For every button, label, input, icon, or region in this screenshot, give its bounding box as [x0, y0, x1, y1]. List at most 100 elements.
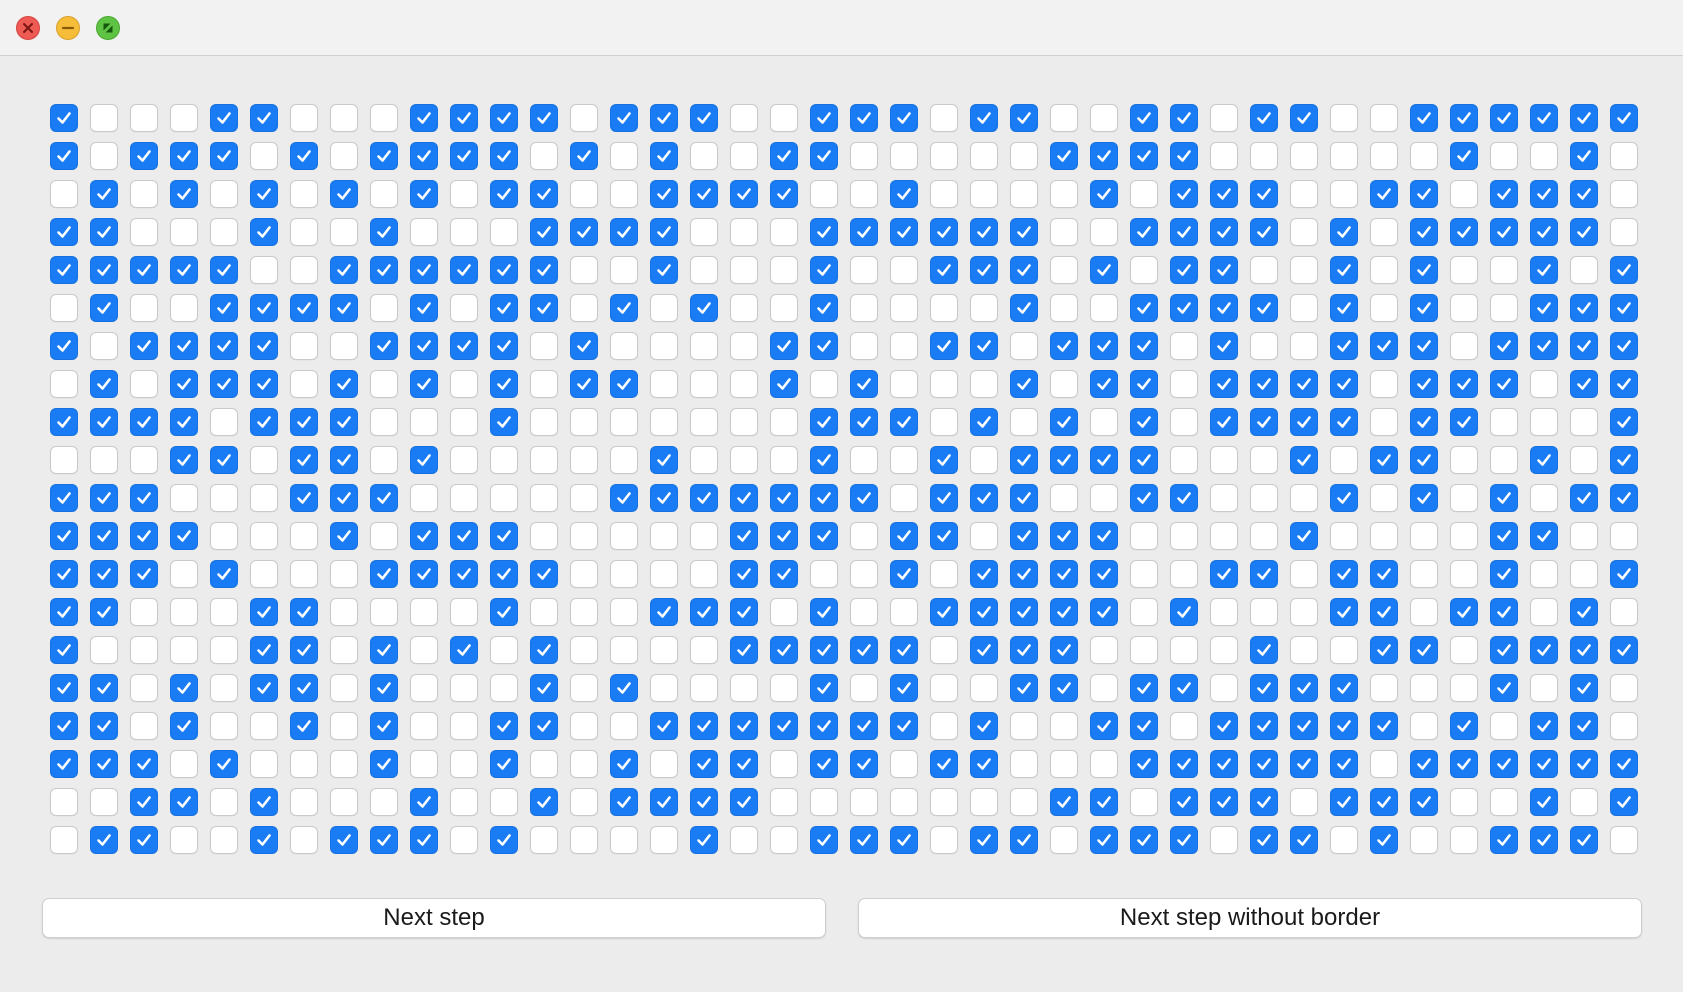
checkbox-unchecked[interactable] — [1010, 788, 1038, 816]
checkbox-checked[interactable] — [1450, 370, 1478, 398]
checkbox-unchecked[interactable] — [1330, 636, 1358, 664]
checkbox-unchecked[interactable] — [330, 560, 358, 588]
checkbox-unchecked[interactable] — [290, 104, 318, 132]
checkbox-checked[interactable] — [570, 370, 598, 398]
checkbox-checked[interactable] — [290, 142, 318, 170]
checkbox-unchecked[interactable] — [1050, 750, 1078, 778]
checkbox-checked[interactable] — [570, 332, 598, 360]
checkbox-unchecked[interactable] — [1370, 218, 1398, 246]
checkbox-checked[interactable] — [1170, 142, 1198, 170]
checkbox-unchecked[interactable] — [1210, 674, 1238, 702]
checkbox-checked[interactable] — [1250, 294, 1278, 322]
checkbox-unchecked[interactable] — [930, 636, 958, 664]
checkbox-unchecked[interactable] — [690, 332, 718, 360]
checkbox-checked[interactable] — [610, 484, 638, 512]
checkbox-unchecked[interactable] — [330, 712, 358, 740]
checkbox-checked[interactable] — [1010, 674, 1038, 702]
checkbox-checked[interactable] — [1090, 332, 1118, 360]
checkbox-unchecked[interactable] — [690, 636, 718, 664]
checkbox-checked[interactable] — [1010, 484, 1038, 512]
checkbox-checked[interactable] — [410, 560, 438, 588]
checkbox-unchecked[interactable] — [450, 408, 478, 436]
checkbox-checked[interactable] — [1410, 332, 1438, 360]
checkbox-checked[interactable] — [1330, 560, 1358, 588]
checkbox-checked[interactable] — [610, 294, 638, 322]
checkbox-checked[interactable] — [1370, 826, 1398, 854]
checkbox-checked[interactable] — [1330, 332, 1358, 360]
checkbox-checked[interactable] — [1290, 370, 1318, 398]
checkbox-unchecked[interactable] — [730, 408, 758, 436]
checkbox-unchecked[interactable] — [850, 598, 878, 626]
checkbox-unchecked[interactable] — [690, 522, 718, 550]
checkbox-checked[interactable] — [1490, 636, 1518, 664]
checkbox-checked[interactable] — [1050, 408, 1078, 436]
checkbox-checked[interactable] — [250, 408, 278, 436]
checkbox-unchecked[interactable] — [610, 142, 638, 170]
checkbox-unchecked[interactable] — [1010, 408, 1038, 436]
checkbox-checked[interactable] — [170, 332, 198, 360]
checkbox-checked[interactable] — [290, 712, 318, 740]
checkbox-unchecked[interactable] — [770, 826, 798, 854]
checkbox-checked[interactable] — [370, 560, 398, 588]
checkbox-checked[interactable] — [1490, 598, 1518, 626]
checkbox-unchecked[interactable] — [450, 750, 478, 778]
checkbox-checked[interactable] — [1290, 750, 1318, 778]
checkbox-checked[interactable] — [1090, 256, 1118, 284]
checkbox-checked[interactable] — [130, 256, 158, 284]
checkbox-unchecked[interactable] — [90, 788, 118, 816]
checkbox-unchecked[interactable] — [970, 294, 998, 322]
checkbox-checked[interactable] — [1170, 218, 1198, 246]
checkbox-unchecked[interactable] — [1370, 294, 1398, 322]
checkbox-unchecked[interactable] — [930, 370, 958, 398]
checkbox-unchecked[interactable] — [210, 636, 238, 664]
checkbox-checked[interactable] — [1170, 788, 1198, 816]
checkbox-unchecked[interactable] — [530, 522, 558, 550]
checkbox-unchecked[interactable] — [90, 446, 118, 474]
checkbox-checked[interactable] — [50, 522, 78, 550]
checkbox-unchecked[interactable] — [290, 180, 318, 208]
checkbox-unchecked[interactable] — [1330, 826, 1358, 854]
checkbox-unchecked[interactable] — [1530, 484, 1558, 512]
checkbox-checked[interactable] — [810, 218, 838, 246]
checkbox-checked[interactable] — [170, 370, 198, 398]
checkbox-unchecked[interactable] — [450, 712, 478, 740]
checkbox-checked[interactable] — [1330, 598, 1358, 626]
checkbox-unchecked[interactable] — [1450, 826, 1478, 854]
checkbox-checked[interactable] — [1170, 484, 1198, 512]
checkbox-unchecked[interactable] — [1250, 142, 1278, 170]
checkbox-checked[interactable] — [490, 750, 518, 778]
checkbox-checked[interactable] — [250, 674, 278, 702]
checkbox-checked[interactable] — [1610, 370, 1638, 398]
checkbox-checked[interactable] — [170, 446, 198, 474]
checkbox-checked[interactable] — [1050, 788, 1078, 816]
checkbox-checked[interactable] — [1130, 826, 1158, 854]
checkbox-checked[interactable] — [1210, 560, 1238, 588]
checkbox-checked[interactable] — [450, 332, 478, 360]
checkbox-checked[interactable] — [1170, 826, 1198, 854]
checkbox-unchecked[interactable] — [130, 674, 158, 702]
checkbox-checked[interactable] — [1570, 712, 1598, 740]
checkbox-unchecked[interactable] — [1410, 712, 1438, 740]
checkbox-unchecked[interactable] — [1250, 522, 1278, 550]
checkbox-checked[interactable] — [1050, 332, 1078, 360]
checkbox-checked[interactable] — [1250, 712, 1278, 740]
checkbox-checked[interactable] — [90, 180, 118, 208]
checkbox-unchecked[interactable] — [1570, 788, 1598, 816]
checkbox-unchecked[interactable] — [1370, 674, 1398, 702]
checkbox-unchecked[interactable] — [410, 484, 438, 512]
checkbox-checked[interactable] — [490, 180, 518, 208]
checkbox-checked[interactable] — [850, 826, 878, 854]
checkbox-checked[interactable] — [1530, 826, 1558, 854]
checkbox-checked[interactable] — [890, 218, 918, 246]
checkbox-checked[interactable] — [410, 142, 438, 170]
checkbox-checked[interactable] — [90, 826, 118, 854]
checkbox-unchecked[interactable] — [170, 218, 198, 246]
checkbox-unchecked[interactable] — [330, 142, 358, 170]
checkbox-unchecked[interactable] — [690, 674, 718, 702]
checkbox-unchecked[interactable] — [770, 408, 798, 436]
checkbox-unchecked[interactable] — [1130, 522, 1158, 550]
checkbox-unchecked[interactable] — [90, 142, 118, 170]
checkbox-checked[interactable] — [50, 218, 78, 246]
checkbox-checked[interactable] — [1290, 674, 1318, 702]
checkbox-checked[interactable] — [1530, 104, 1558, 132]
